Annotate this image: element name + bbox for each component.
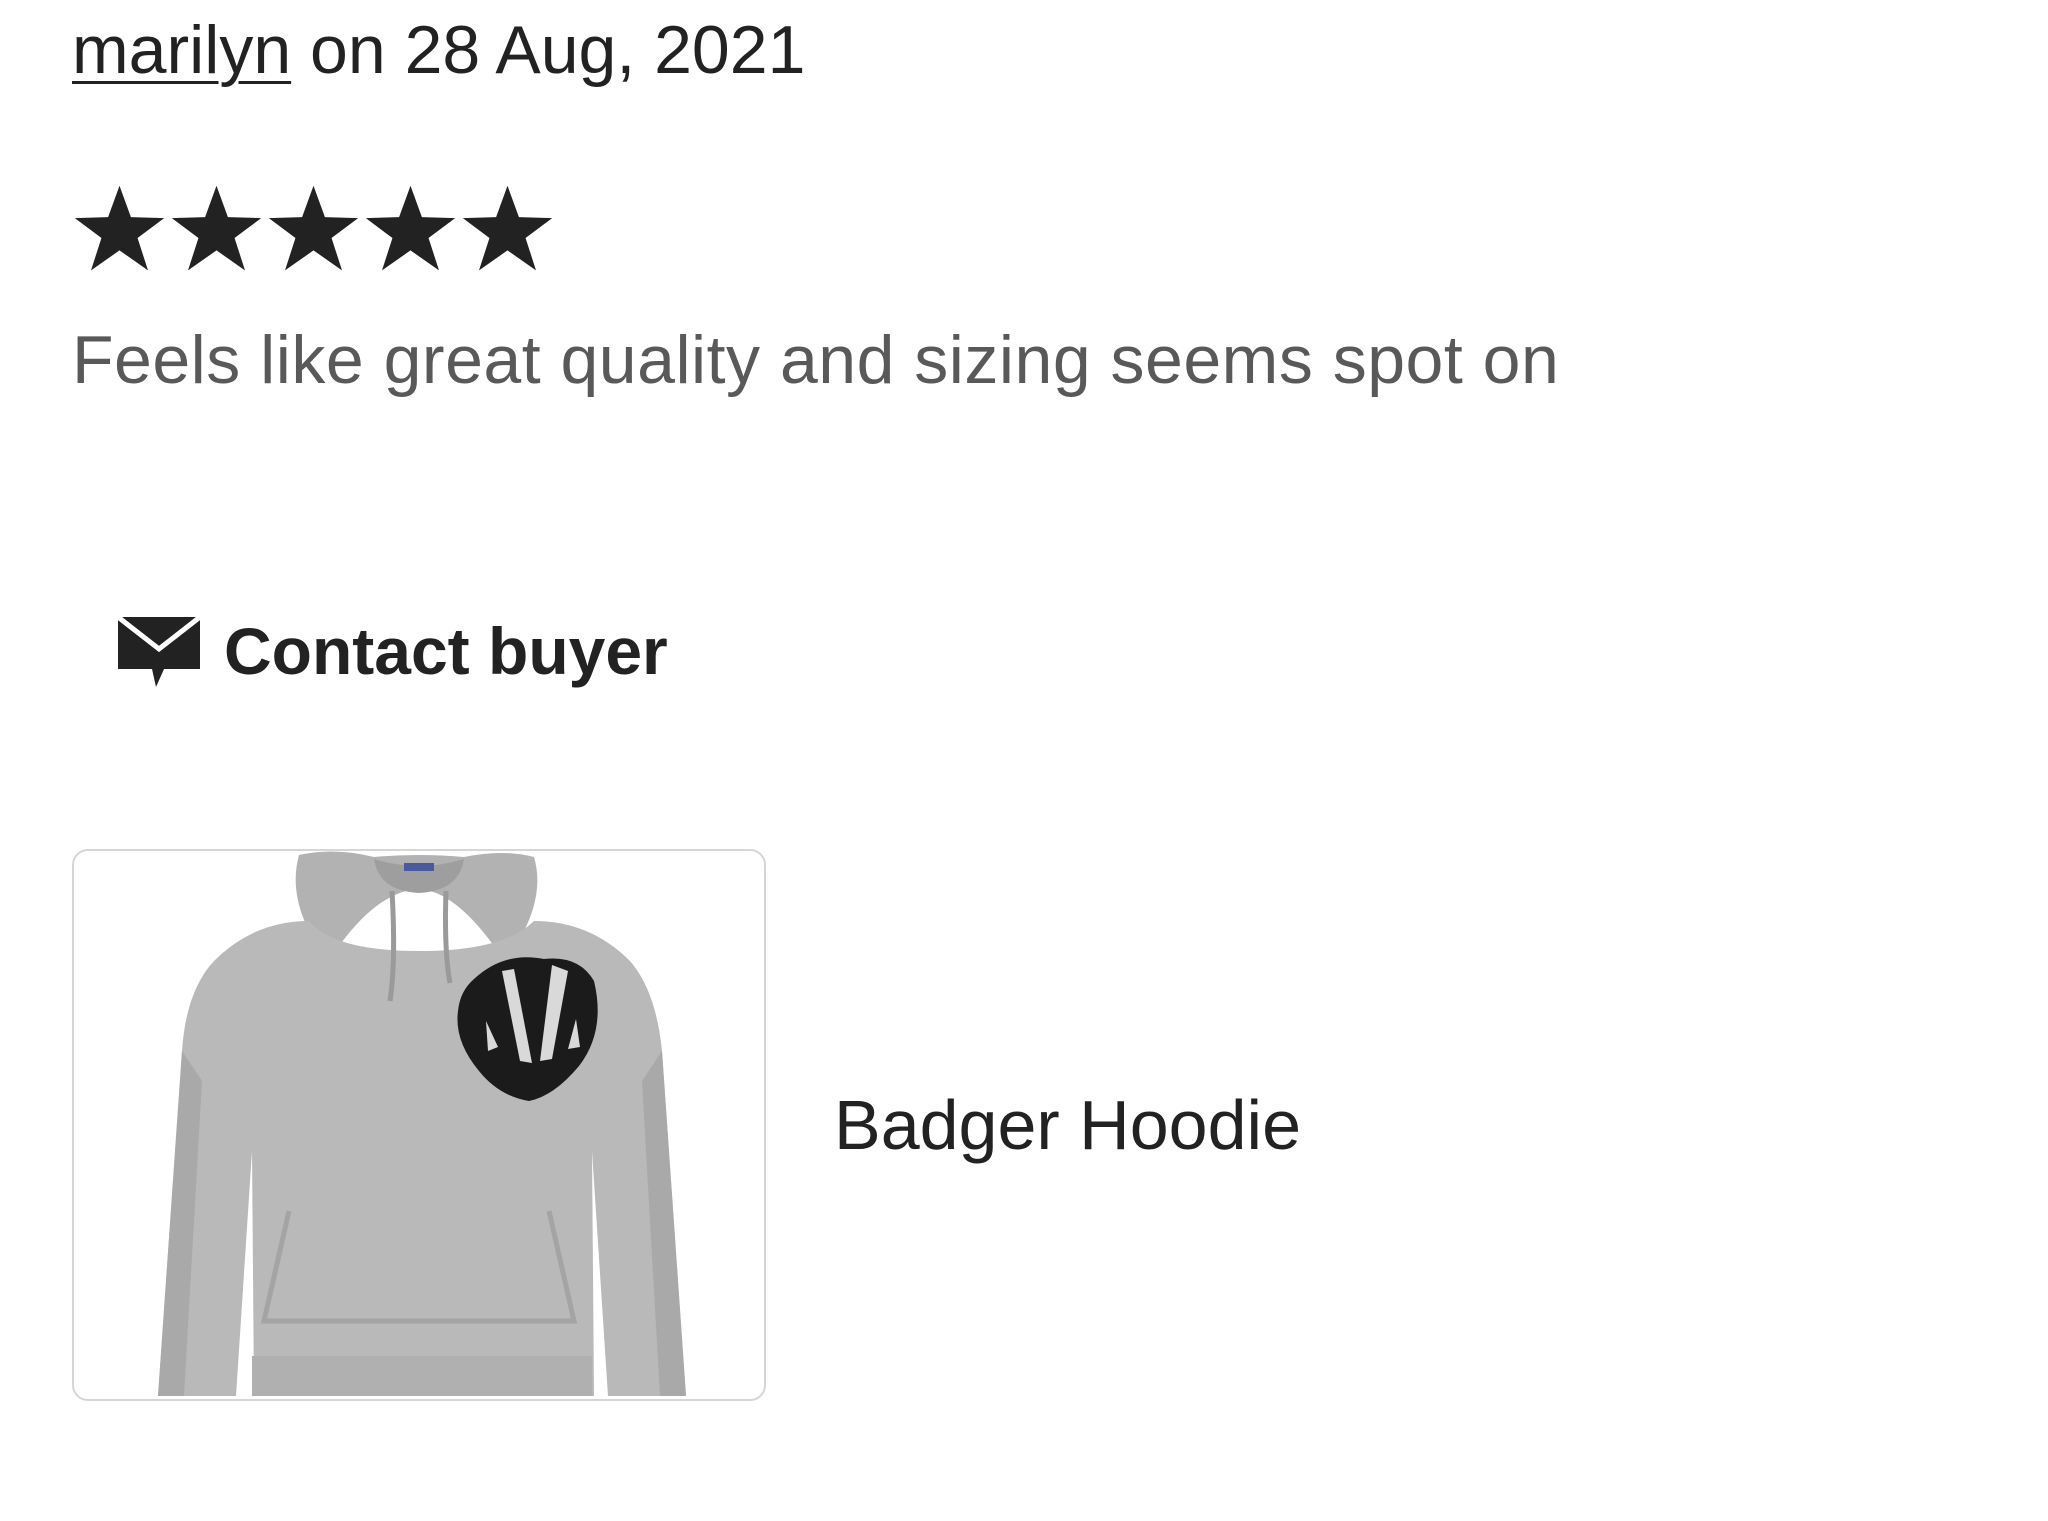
contact-buyer-button[interactable]: Contact buyer [106,600,678,702]
review-text: Feels like great quality and sizing seem… [72,322,1560,398]
listing-thumbnail[interactable] [72,849,766,1401]
reviewer-name-link[interactable]: marilyn [72,12,291,88]
date-prefix: on [291,12,405,88]
listing-item: Badger Hoodie [72,849,1301,1401]
contact-buyer-label: Contact buyer [224,614,668,688]
star-icon [460,182,555,277]
hoodie-image [74,851,764,1399]
star-icon [266,182,361,277]
star-icon [72,182,167,277]
star-icon [363,182,458,277]
envelope-icon [116,611,202,691]
star-rating [72,182,555,277]
review-byline: marilyn on 28 Aug, 2021 [72,6,805,94]
listing-title-link[interactable]: Badger Hoodie [834,1079,1301,1171]
star-icon [169,182,264,277]
review-date: 28 Aug, 2021 [404,12,806,88]
